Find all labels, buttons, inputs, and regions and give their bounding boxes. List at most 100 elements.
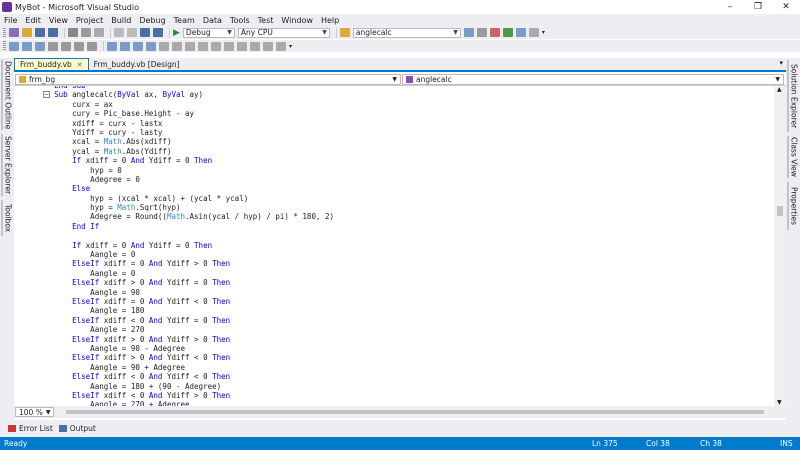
start-page-icon[interactable]	[515, 28, 526, 37]
size-icon[interactable]	[185, 41, 195, 51]
increase-indent-icon[interactable]	[61, 41, 71, 51]
code-line[interactable]: End If	[36, 222, 334, 231]
output-tab[interactable]: Output	[58, 424, 96, 433]
code-line[interactable]: Aangle = 180 + (90 - Adegree)	[36, 382, 334, 391]
toolbox-icon[interactable]	[502, 28, 513, 37]
zoom-combo[interactable]: 100 % ▼	[15, 407, 55, 417]
menu-file[interactable]: File	[0, 16, 21, 25]
find-in-files-icon[interactable]	[339, 28, 350, 37]
member-selector[interactable]: anglecalc ▼	[402, 74, 784, 85]
redo-icon[interactable]	[127, 28, 137, 37]
align-icon[interactable]	[172, 41, 182, 51]
code-line[interactable]: ElseIf xdiff > 0 And Ydiff < 0 Then	[36, 353, 334, 362]
close-button[interactable]: ✕	[772, 0, 800, 14]
menu-test[interactable]: Test	[254, 16, 278, 25]
error-list-tab[interactable]: Error List	[8, 424, 53, 433]
toolbox-tab[interactable]: Toolbox	[1, 200, 13, 236]
server-explorer-tab[interactable]: Server Explorer	[1, 134, 13, 196]
decrease-indent-icon[interactable]	[48, 41, 58, 51]
code-line[interactable]: ElseIf xdiff < 0 And Ydiff > 0 Then	[36, 391, 334, 400]
navigate-back-icon[interactable]	[140, 28, 150, 37]
open-file-icon[interactable]	[22, 28, 32, 37]
comment-icon[interactable]	[74, 41, 84, 51]
class-view-tab[interactable]: Class View	[787, 136, 799, 178]
code-line[interactable]: Aangle = 0	[36, 250, 334, 259]
solution-config-combo[interactable]: Debug ▼	[182, 27, 235, 38]
find-combo[interactable]: anglecalc ▼	[352, 27, 461, 38]
solution-explorer-tab[interactable]: Solution Explorer	[787, 60, 799, 132]
code-line[interactable]: Aangle = 270	[36, 325, 334, 334]
parameter-info-icon[interactable]	[22, 41, 32, 51]
start-debug-icon[interactable]: ▶	[173, 28, 180, 38]
cut-icon[interactable]	[68, 28, 78, 37]
word-completion-icon[interactable]	[35, 41, 45, 51]
tab-dropdown-icon[interactable]: ▾	[779, 59, 783, 67]
code-line[interactable]: Aangle = 90	[36, 288, 334, 297]
toggle-bookmark-icon[interactable]	[107, 41, 117, 51]
toolbar-grip[interactable]	[3, 27, 6, 38]
code-line[interactable]: Aangle = 0	[36, 269, 334, 278]
menu-window[interactable]: Window	[277, 16, 317, 25]
menu-view[interactable]: View	[45, 16, 72, 25]
tab-frm-buddy-vb[interactable]: Frm_buddy.vb ✕	[14, 58, 89, 70]
clear-bookmarks-icon[interactable]	[146, 41, 156, 51]
menu-tools[interactable]: Tools	[226, 16, 254, 25]
code-line[interactable]: ElseIf xdiff = 0 And Ydiff > 0 Then	[36, 259, 334, 268]
save-all-icon[interactable]	[48, 28, 58, 37]
code-line[interactable]: Adegree = 0	[36, 175, 334, 184]
code-line[interactable]: Ydiff = cury - lasty	[36, 128, 334, 137]
previous-bookmark-icon[interactable]	[120, 41, 130, 51]
scroll-thumb[interactable]	[777, 206, 783, 216]
code-line[interactable]: ElseIf xdiff = 0 And Ydiff < 0 Then	[36, 297, 334, 306]
properties-icon[interactable]	[476, 28, 487, 37]
code-editor[interactable]: − End Sub Sub anglecalc(ByVal ax, ByVal …	[14, 86, 774, 406]
code-line[interactable]: ElseIf xdiff > 0 And Ydiff > 0 Then	[36, 335, 334, 344]
minimize-button[interactable]: –	[716, 0, 744, 14]
code-line[interactable]: Sub anglecalc(ByVal ax, ByVal ay)	[36, 90, 334, 99]
code-line[interactable]: Aangle = 180	[36, 306, 334, 315]
vertical-scrollbar[interactable]: ▲ ▼	[774, 86, 786, 406]
menu-edit[interactable]: Edit	[21, 16, 45, 25]
horizontal-scrollbar[interactable]	[58, 408, 770, 416]
undo-icon[interactable]	[114, 28, 124, 37]
toolbar-overflow-icon[interactable]: ▾	[542, 29, 545, 36]
properties-tab[interactable]: Properties	[787, 182, 799, 230]
uncomment-icon[interactable]	[87, 41, 97, 51]
toolbar-grip[interactable]	[3, 41, 6, 51]
document-outline-tab[interactable]: Document Outline	[1, 60, 13, 130]
menu-debug[interactable]: Debug	[135, 16, 169, 25]
menu-project[interactable]: Project	[72, 16, 107, 25]
maximize-button[interactable]: ❐	[744, 0, 772, 14]
code-line[interactable]: hyp = Math.Sqrt(hyp)	[36, 203, 334, 212]
code-line[interactable]: If xdiff = 0 And Ydiff = 0 Then	[36, 241, 334, 250]
code-line[interactable]: curx = ax	[36, 100, 334, 109]
options-icon[interactable]	[528, 28, 539, 37]
bring-front-icon[interactable]	[263, 41, 273, 51]
save-icon[interactable]	[35, 28, 45, 37]
scroll-down-icon[interactable]: ▼	[777, 399, 782, 406]
object-browser-icon[interactable]	[489, 28, 500, 37]
code-line[interactable]: ElseIf xdiff < 0 And Ydiff = 0 Then	[36, 316, 334, 325]
solution-explorer-icon[interactable]	[463, 28, 474, 37]
code-line[interactable]: xdiff = curx - lastx	[36, 119, 334, 128]
quick-info-icon[interactable]	[9, 41, 19, 51]
code-line[interactable]: ycal = Math.Abs(Ydiff)	[36, 147, 334, 156]
code-line[interactable]: If xdiff = 0 And Ydiff = 0 Then	[36, 156, 334, 165]
menu-help[interactable]: Help	[317, 16, 343, 25]
lock-controls-icon[interactable]	[224, 41, 234, 51]
format-icon[interactable]	[159, 41, 169, 51]
code-line[interactable]: cury = Pic_base.Height - ay	[36, 109, 334, 118]
spacing-icon[interactable]	[198, 41, 208, 51]
code-line[interactable]: Else	[36, 184, 334, 193]
paste-icon[interactable]	[94, 28, 104, 37]
code-line[interactable]: hyp = (xcal * xcal) + (ycal * ycal)	[36, 194, 334, 203]
code-line[interactable]	[36, 231, 334, 240]
code-line[interactable]: hyp = 0	[36, 166, 334, 175]
code-line[interactable]: Aangle = 90 - Adegree	[36, 344, 334, 353]
close-icon[interactable]: ✕	[77, 61, 83, 69]
menu-data[interactable]: Data	[199, 16, 226, 25]
platform-combo[interactable]: Any CPU ▼	[237, 27, 330, 38]
toolbar-overflow-icon[interactable]: ▾	[289, 43, 292, 50]
code-line[interactable]: ElseIf xdiff > 0 And Ydiff = 0 Then	[36, 278, 334, 287]
next-bookmark-icon[interactable]	[133, 41, 143, 51]
